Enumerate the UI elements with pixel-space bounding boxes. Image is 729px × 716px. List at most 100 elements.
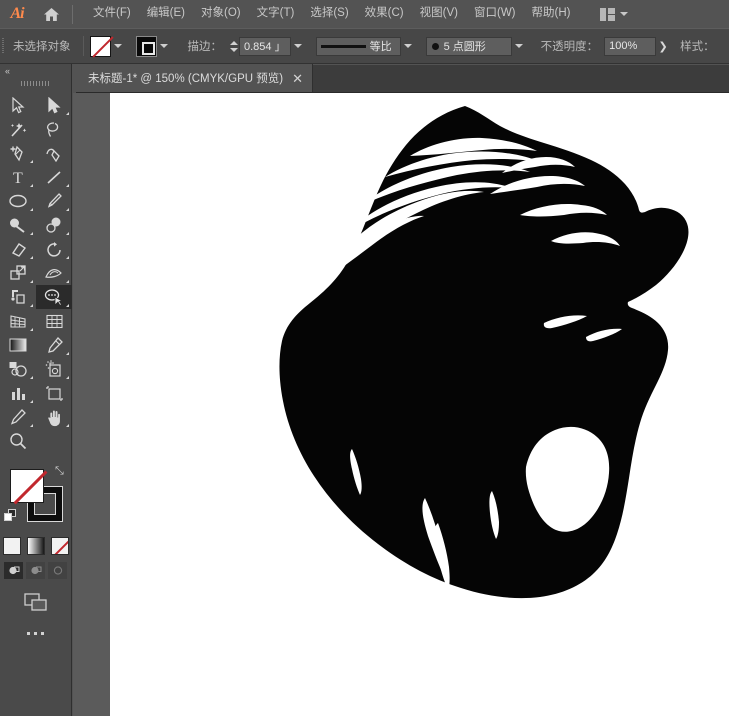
tool-flyout-indicator: [66, 112, 69, 115]
pen-tool[interactable]: [0, 141, 36, 165]
collapse-panel-icon[interactable]: «: [0, 64, 71, 78]
menu-file[interactable]: 文件(F): [85, 4, 139, 24]
direct-selection-tool[interactable]: [36, 93, 72, 117]
tool-flyout-indicator: [66, 280, 69, 283]
tool-flyout-indicator: [30, 184, 33, 187]
blend-tool[interactable]: [0, 357, 36, 381]
gradient-tool[interactable]: [0, 333, 36, 357]
swap-fill-stroke-icon[interactable]: ⤡: [55, 466, 67, 478]
tool-flyout-indicator: [30, 280, 33, 283]
eagle-head-silhouette[interactable]: [110, 93, 729, 716]
gradient-mode[interactable]: [27, 537, 45, 555]
menu-bar: Ai 文件(F) 编辑(E) 对象(O) 文字(T) 选择(S) 效果(C) 视…: [0, 0, 729, 28]
menu-help[interactable]: 帮助(H): [524, 4, 579, 24]
selection-tool[interactable]: [0, 93, 36, 117]
magic-wand-tool[interactable]: [0, 117, 36, 141]
opacity-input[interactable]: 100%: [604, 37, 656, 56]
home-icon[interactable]: [34, 0, 68, 28]
default-fill-stroke-icon[interactable]: [4, 509, 17, 522]
tool-flyout-indicator: [30, 328, 33, 331]
eyedropper-tool[interactable]: [36, 333, 72, 357]
menu-object[interactable]: 对象(O): [193, 4, 249, 24]
control-bar: 未选择对象 描边： 0.854 」 等比 5 点圆形 不透明度： 100% ❯ …: [0, 28, 729, 64]
control-bar-grip[interactable]: [0, 28, 7, 64]
stroke-profile-chevron-down-icon[interactable]: [401, 36, 416, 57]
eraser-tool[interactable]: [0, 237, 36, 261]
tool-flyout-indicator: [30, 376, 33, 379]
stroke-profile-field[interactable]: 等比: [316, 37, 401, 56]
slice-tool[interactable]: [0, 405, 36, 429]
type-tool[interactable]: T: [0, 165, 36, 189]
opacity-flyout-icon[interactable]: ❯: [656, 37, 670, 56]
artboard-tool[interactable]: [36, 381, 72, 405]
hand-tool[interactable]: [36, 405, 72, 429]
brush-definition-chevron-down-icon[interactable]: [512, 36, 527, 57]
mesh-tool[interactable]: [36, 309, 72, 333]
scale-tool[interactable]: [0, 261, 36, 285]
stroke-color-swatch[interactable]: [136, 36, 157, 57]
menu-window[interactable]: 窗口(W): [466, 4, 524, 24]
brush-preview-icon: [432, 43, 439, 50]
tool-flyout-indicator: [30, 424, 33, 427]
edit-toolbar-button[interactable]: [0, 632, 71, 635]
rotate-tool[interactable]: [36, 237, 72, 261]
chevron-down-icon: [620, 12, 628, 16]
pencil-tool[interactable]: [0, 213, 36, 237]
fill-mode-buttons: [0, 537, 71, 555]
fill-stroke-proxy: ⤡: [0, 465, 72, 533]
menu-edit[interactable]: 编辑(E): [139, 4, 193, 24]
stroke-weight-chevron-down-icon[interactable]: [291, 36, 306, 57]
perspective-grid-tool[interactable]: [0, 309, 36, 333]
document-tab[interactable]: 未标题-1* @ 150% (CMYK/GPU 预览) ✕: [76, 64, 313, 92]
fill-color-swatch[interactable]: [90, 36, 111, 57]
canvas-left-gutter: [73, 93, 110, 716]
color-mode[interactable]: [3, 537, 21, 555]
document-canvas[interactable]: [110, 93, 729, 716]
draw-inside-mode[interactable]: [48, 562, 67, 579]
tool-flyout-indicator: [66, 424, 69, 427]
tool-flyout-indicator: [30, 208, 33, 211]
brush-definition-field[interactable]: 5 点圆形: [426, 37, 512, 56]
paintbrush-tool[interactable]: [36, 189, 72, 213]
opacity-label: 不透明度：: [535, 38, 605, 54]
symbol-sprayer-tool[interactable]: [36, 357, 72, 381]
menu-view[interactable]: 视图(V): [412, 4, 466, 24]
zoom-tool[interactable]: [0, 429, 36, 453]
width-tool[interactable]: [36, 261, 72, 285]
workspace-switcher-icon: [600, 8, 615, 21]
illustrator-window: Ai 文件(F) 编辑(E) 对象(O) 文字(T) 选择(S) 效果(C) 视…: [0, 0, 729, 716]
tool-flyout-indicator: [66, 208, 69, 211]
shape-builder-tool[interactable]: [36, 285, 72, 309]
menu-divider: [72, 5, 73, 24]
tool-grid: T: [0, 89, 71, 429]
blob-brush-tool[interactable]: [36, 213, 72, 237]
free-transform-tool[interactable]: [0, 285, 36, 309]
close-icon[interactable]: ✕: [292, 72, 303, 85]
fill-proxy-swatch[interactable]: [10, 469, 44, 503]
menu-select[interactable]: 选择(S): [302, 4, 356, 24]
none-mode[interactable]: [51, 537, 69, 555]
tools-panel-grip[interactable]: [0, 78, 71, 89]
control-divider-1: [83, 36, 84, 56]
menu-type[interactable]: 文字(T): [249, 4, 303, 24]
stroke-profile-label: 等比: [370, 38, 392, 54]
tool-flyout-indicator: [30, 232, 33, 235]
draw-behind-mode[interactable]: [26, 562, 45, 579]
line-segment-tool[interactable]: [36, 165, 72, 189]
stroke-weight-label: 描边：: [182, 38, 229, 54]
curvature-tool[interactable]: [36, 141, 72, 165]
draw-normal-mode[interactable]: [4, 562, 23, 579]
workspace-switcher[interactable]: [600, 8, 628, 21]
stroke-weight-stepper[interactable]: [228, 36, 239, 56]
change-screen-mode[interactable]: [0, 592, 71, 612]
menu-effect[interactable]: 效果(C): [357, 4, 412, 24]
tool-flyout-indicator: [30, 400, 33, 403]
tools-panel: «: [0, 64, 72, 716]
column-graph-tool[interactable]: [0, 381, 36, 405]
app-logo-icon: Ai: [0, 0, 34, 28]
lasso-tool[interactable]: [36, 117, 72, 141]
ellipse-tool[interactable]: [0, 189, 36, 213]
stroke-dropdown-chevron-down-icon[interactable]: [157, 36, 172, 57]
style-label: 样式：: [674, 38, 721, 54]
stroke-weight-input[interactable]: 0.854 」: [239, 37, 291, 56]
